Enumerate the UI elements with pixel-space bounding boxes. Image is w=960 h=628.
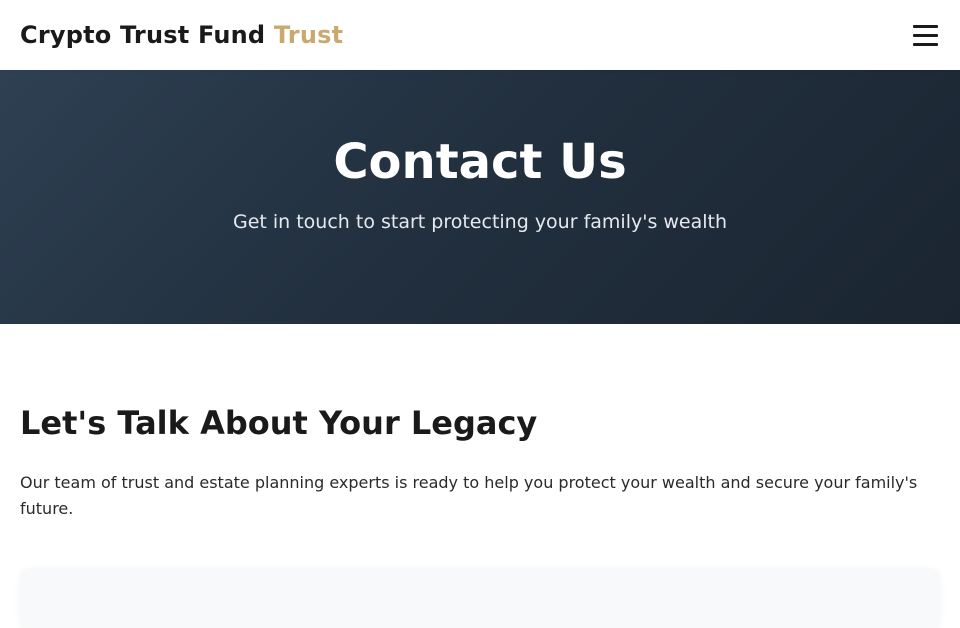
intro-section: Let's Talk About Your Legacy Our team of… — [0, 324, 960, 522]
brand-name: Crypto Trust Fund — [20, 21, 266, 49]
hero-banner: Contact Us Get in touch to start protect… — [0, 70, 960, 324]
brand-logo[interactable]: Crypto Trust Fund Trust — [20, 21, 343, 49]
section-body: Our team of trust and estate planning ex… — [20, 473, 918, 519]
section-heading: Let's Talk About Your Legacy — [20, 404, 538, 442]
hamburger-menu-icon[interactable] — [913, 23, 941, 47]
contact-card — [20, 568, 940, 628]
page-subtitle: Get in touch to start protecting your fa… — [232, 210, 728, 233]
menu-line — [913, 24, 938, 28]
page-title: Contact Us — [333, 134, 627, 190]
menu-line — [913, 33, 938, 37]
site-header: Crypto Trust Fund Trust — [0, 0, 960, 70]
menu-line — [913, 42, 938, 46]
brand-accent: Trust — [273, 21, 344, 49]
